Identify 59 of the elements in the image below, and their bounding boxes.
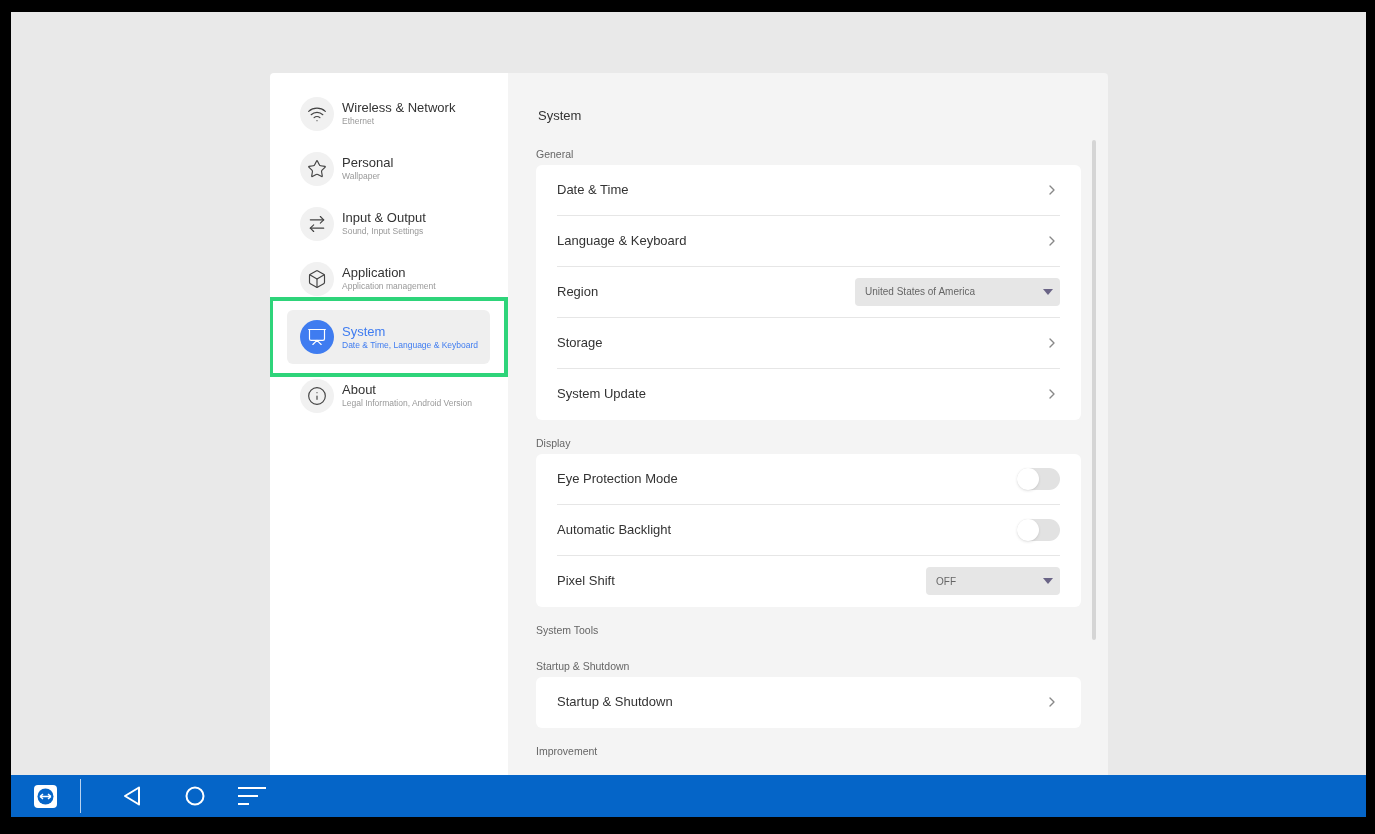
row-label: Storage — [557, 333, 603, 352]
item-sublabel: Sound, Input Settings — [342, 226, 425, 237]
settings-row[interactable]: Language & Keyboard — [557, 215, 1060, 267]
toggle-switch[interactable] — [1017, 467, 1060, 490]
dropdown-value: OFF — [936, 574, 956, 589]
sidebar-item[interactable]: Wireless & Network Ethernet — [287, 86, 490, 141]
sidebar-item[interactable]: Application Application management — [287, 251, 490, 306]
item-sublabel: Wallpaper — [342, 171, 381, 182]
settings-row[interactable]: Date & Time — [557, 164, 1060, 216]
item-label: Input & Output — [342, 210, 426, 227]
row-label: Automatic Backlight — [557, 520, 672, 539]
row-label: Startup & Shutdown — [557, 693, 673, 712]
item-sublabel: Ethernet — [342, 116, 376, 127]
row-label: Date & Time — [557, 180, 629, 199]
item-label: System — [342, 323, 387, 340]
menu-icon[interactable] — [237, 786, 267, 806]
item-label: Wireless & Network — [342, 100, 456, 117]
dropdown-value: United States of America — [865, 285, 976, 299]
row-label: System Update — [557, 385, 646, 404]
row-label: Pixel Shift — [557, 572, 615, 591]
remote-app-icon[interactable] — [34, 784, 57, 808]
settings-row[interactable]: System Update — [557, 368, 1060, 420]
settings-row[interactable]: Startup & Shutdown — [557, 676, 1060, 728]
star-icon — [307, 158, 327, 179]
cube-icon — [307, 268, 327, 289]
section-heading: System Tools — [536, 622, 600, 637]
item-sublabel: Legal Information, Android Version — [342, 398, 472, 409]
sidebar-item[interactable]: System Date & Time, Language & Keyboard — [287, 310, 490, 364]
info-icon — [307, 385, 327, 406]
item-sublabel: Application management — [342, 281, 436, 292]
item-label: About — [342, 382, 377, 399]
back-icon[interactable] — [123, 786, 141, 806]
caret-icon — [1043, 288, 1053, 295]
item-sublabel: Date & Time, Language & Keyboard — [342, 339, 479, 351]
settings-row[interactable]: Storage — [557, 317, 1060, 369]
home-icon[interactable] — [185, 786, 205, 806]
settings-row[interactable]: Eye Protection Mode — [557, 453, 1060, 505]
sidebar-item[interactable]: About Legal Information, Android Version — [287, 368, 490, 423]
sidebar-item[interactable]: Personal Wallpaper — [287, 141, 490, 196]
section-heading: Startup & Shutdown — [536, 658, 631, 673]
settings-row[interactable]: Automatic Backlight — [557, 504, 1060, 556]
item-label: Personal — [342, 155, 394, 172]
sidebar-item[interactable]: Input & Output Sound, Input Settings — [287, 196, 490, 251]
page-title: System — [537, 107, 583, 125]
settings-row[interactable]: Region United States of America — [557, 266, 1060, 318]
toggle-switch[interactable] — [1017, 518, 1060, 541]
row-label: Language & Keyboard — [557, 231, 687, 250]
row-label: Eye Protection Mode — [557, 469, 678, 488]
dropdown[interactable]: United States of America — [855, 277, 1060, 306]
item-label: Application — [342, 265, 407, 282]
arrows-icon — [307, 213, 327, 234]
dropdown[interactable]: OFF — [926, 567, 1060, 595]
section-heading: General — [536, 146, 575, 161]
settings-row[interactable]: Pixel Shift OFF — [557, 555, 1060, 607]
section-heading: Display — [536, 435, 572, 450]
caret-icon — [1043, 578, 1053, 584]
row-label: Region — [557, 282, 599, 301]
section-heading: Improvement — [536, 743, 599, 758]
monitor-icon — [307, 327, 327, 347]
